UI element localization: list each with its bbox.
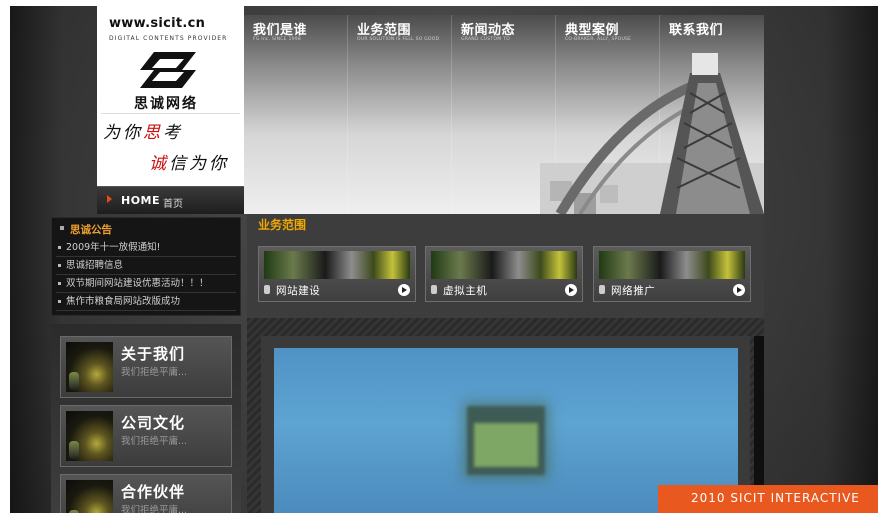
service-banner [599, 251, 745, 279]
page-frame: www.sicit.cn DIGITAL CONTENTS PROVIDER 思… [10, 6, 878, 513]
bullet-icon [58, 300, 61, 303]
feature-desc: 我们拒绝平庸... [121, 436, 188, 447]
nav-item-services[interactable]: 业务范围 OUR SOLUTION IS FELL SO GOOD [348, 15, 452, 214]
services-title: 业务范围 [258, 218, 307, 232]
notice-item[interactable]: 2009年十一放假通知! [56, 239, 236, 257]
feature-partners[interactable]: 合作伙伴 我们拒绝平庸... [60, 474, 232, 513]
slogan-2-part-b: 信为你 [169, 154, 229, 174]
video-thumbnail [467, 406, 545, 475]
logo-divider [101, 113, 240, 114]
bullet-icon [58, 282, 61, 285]
feature-desc: 我们拒绝平庸... [121, 367, 188, 378]
logo-tagline: DIGITAL CONTENTS PROVIDER [109, 35, 228, 42]
feature-thumbnail [66, 411, 113, 461]
tower-illustration-icon [540, 53, 764, 214]
feature-thumbnail [66, 342, 113, 392]
service-label: 虚拟主机 [443, 285, 488, 297]
home-label: HOME [121, 194, 161, 207]
notice-header: 思诚公告 [58, 222, 236, 236]
nav-label: 业务范围 [357, 23, 412, 38]
nav-label: 新闻动态 [461, 23, 516, 38]
slogan-line-1: 为你思考 [103, 118, 183, 143]
arrow-right-icon [107, 195, 112, 203]
footer-badge: 2010 SICIT INTERACTIVE [658, 485, 878, 513]
lock-icon [599, 285, 605, 294]
feature-about[interactable]: 关于我们 我们拒绝平庸... [60, 336, 232, 398]
brand-logo-icon[interactable] [140, 52, 196, 88]
service-card-hosting[interactable]: 虚拟主机 [425, 246, 583, 302]
service-card-promotion[interactable]: 网络推广 [593, 246, 751, 302]
nav-label: 典型案例 [565, 23, 620, 38]
service-label: 网站建设 [276, 285, 321, 297]
notice-title: 思诚公告 [70, 224, 112, 236]
service-label: 网络推广 [611, 285, 656, 297]
notice-item-text: 双节期间网站建设优惠活动！！！ [66, 278, 209, 289]
play-arrow-icon[interactable] [565, 284, 577, 296]
content-area [247, 318, 764, 513]
site-url[interactable]: www.sicit.cn [109, 16, 205, 31]
feature-thumbnail [66, 480, 113, 513]
slogan-2-part-a: 诚 [149, 154, 169, 174]
feature-title: 公司文化 [121, 414, 186, 432]
service-card-web[interactable]: 网站建设 [258, 246, 416, 302]
notice-item[interactable]: 焦作市粮食局网站改版成功 [56, 293, 236, 311]
feature-title: 关于我们 [121, 345, 186, 363]
feature-title: 合作伙伴 [121, 483, 186, 501]
square-bullet-icon [60, 226, 64, 230]
slogan-line-2: 诚信为你 [149, 149, 229, 174]
logo-panel: www.sicit.cn DIGITAL CONTENTS PROVIDER 思… [97, 6, 244, 186]
bullet-icon [58, 264, 61, 267]
nav-sub-label: FG Inc. SINCE 1998 [253, 37, 301, 42]
nav-item-about[interactable]: 我们是谁 FG Inc. SINCE 1998 [244, 15, 348, 214]
services-section: 业务范围 网站建设 虚拟主机 网络推广 [247, 214, 764, 318]
header-banner: 我们是谁 FG Inc. SINCE 1998 业务范围 OUR SOLUTIO… [244, 15, 764, 214]
main-nav: 我们是谁 FG Inc. SINCE 1998 业务范围 OUR SOLUTIO… [244, 15, 764, 214]
notice-box: 思诚公告 2009年十一放假通知! 思诚招聘信息 双节期间网站建设优惠活动！！！… [51, 217, 241, 316]
nav-sub-label: CO-BRAKER, ALLY, SPOUSE [565, 37, 632, 42]
footer-text: 2010 SICIT INTERACTIVE [691, 491, 860, 505]
notice-list: 2009年十一放假通知! 思诚招聘信息 双节期间网站建设优惠活动！！！ 焦作市粮… [56, 239, 236, 311]
nav-label: 我们是谁 [253, 23, 308, 38]
lock-icon [264, 285, 270, 294]
play-arrow-icon[interactable] [733, 284, 745, 296]
nav-label: 联系我们 [669, 23, 724, 38]
notice-item[interactable]: 双节期间网站建设优惠活动！！！ [56, 275, 236, 293]
feature-desc: 我们拒绝平庸... [121, 505, 188, 513]
home-link[interactable]: HOME 首页 [97, 186, 244, 214]
notice-item[interactable]: 思诚招聘信息 [56, 257, 236, 275]
service-banner [431, 251, 577, 279]
slogan-1-part-b: 思 [143, 123, 163, 143]
notice-item-text: 2009年十一放假通知! [66, 242, 161, 253]
feature-panel: 关于我们 我们拒绝平庸... 公司文化 我们拒绝平庸... 合作伙伴 我们拒绝平… [51, 324, 241, 513]
service-banner [264, 251, 410, 279]
slogan-1-part-c: 考 [163, 123, 183, 143]
notice-item-text: 焦作市粮食局网站改版成功 [66, 296, 181, 307]
lock-icon [431, 285, 437, 294]
brand-name: 思诚网络 [134, 96, 198, 112]
nav-sub-label: OUR SOLUTION IS FELL SO GOOD [357, 37, 440, 42]
home-sub-label: 首页 [163, 199, 183, 210]
notice-item-text: 思诚招聘信息 [66, 260, 124, 271]
feature-culture[interactable]: 公司文化 我们拒绝平庸... [60, 405, 232, 467]
nav-sub-label: GRAND CUSTOM TO [461, 37, 510, 42]
slogan-1-part-a: 为你 [103, 123, 143, 143]
bullet-icon [58, 246, 61, 249]
play-arrow-icon[interactable] [398, 284, 410, 296]
